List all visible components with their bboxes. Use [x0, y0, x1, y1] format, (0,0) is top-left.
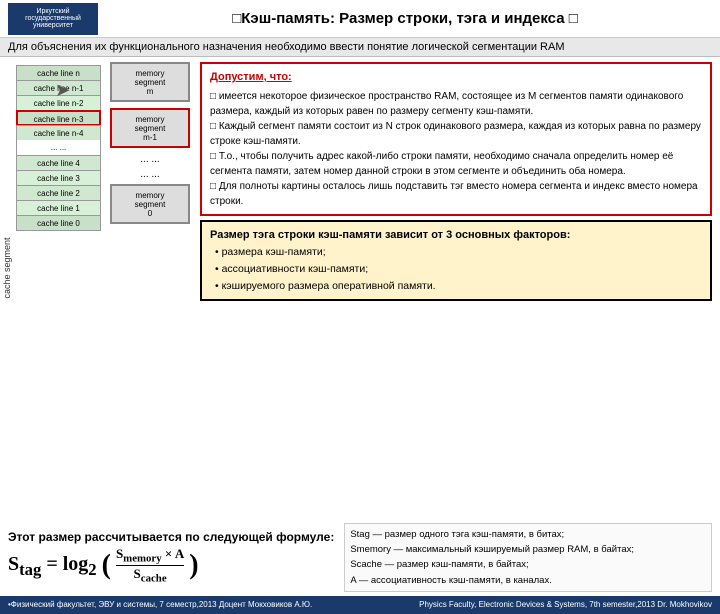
main-content: cache segment cache line n cache line n-…: [0, 57, 720, 519]
cache-line-item: cache line n-3: [16, 110, 101, 126]
cache-line-item: cache line 3: [16, 170, 101, 186]
page-title: □Кэш-память: Размер строки, тэга и индек…: [98, 10, 712, 27]
cache-line-item: cache line 1: [16, 200, 101, 216]
formula-area: Этот размер рассчитывается по следующей …: [0, 519, 720, 596]
university-logo: Иркутский государственный университет: [8, 3, 98, 35]
formula-desc-item-3: Scache — размер кэш-памяти, в байтах;: [350, 557, 706, 572]
formula-description: Stag — размер одного тэга кэш-памяти, в …: [344, 523, 712, 592]
memory-seg-0: memorysegment0: [110, 184, 190, 224]
cache-segment-label: cache segment: [2, 237, 12, 298]
cache-line-item: cache line 4: [16, 155, 101, 171]
razmer-item-2: ассоциативности кэш-памяти;: [215, 261, 702, 278]
dopustim-item-3: Т.о., чтобы получить адрес какой-либо ст…: [210, 149, 702, 179]
dopustim-item-2: Каждый сегмент памяти состоит из N строк…: [210, 119, 702, 149]
formula-desc-item-4: A — ассоциативность кэш-памяти, в канала…: [350, 573, 706, 588]
memory-segments-container: ➤ memorysegmentm memorysegmentm-1 ... ..…: [110, 62, 190, 230]
cache-line-item: cache line 2: [16, 185, 101, 201]
subtitle-text: Для объяснения их функционального назнач…: [8, 41, 565, 53]
memory-seg-m1: memorysegmentm-1: [110, 108, 190, 148]
razmer-item-1: размера кэш-памяти;: [215, 244, 702, 261]
footer-left: •Физический факультет, ЭВУ и системы, 7 …: [8, 600, 312, 609]
dopustim-item-1: имеется некоторое физическое пространств…: [210, 89, 702, 119]
footer-right: Physics Faculty, Electronic Devices & Sy…: [419, 600, 712, 609]
razmer-title: Размер тэга строки кэш-памяти зависит от…: [210, 227, 702, 245]
cache-line-item: cache line 0: [16, 215, 101, 231]
razmer-box: Размер тэга строки кэш-памяти зависит от…: [200, 220, 712, 302]
subtitle-bar: Для объяснения их функционального назнач…: [0, 38, 720, 57]
right-panel: Допустим, что: имеется некоторое физичес…: [195, 57, 720, 519]
dopustim-item-4: Для полноты картины осталось лишь подста…: [210, 179, 702, 209]
formula-intro-text: Этот размер рассчитывается по следующей …: [8, 530, 334, 544]
dopustim-title: Допустим, что:: [210, 69, 702, 86]
cache-line-dots: ... ...: [16, 140, 101, 156]
cache-line-item: cache line n: [16, 65, 101, 81]
memory-seg-top: memorysegmentm: [110, 62, 190, 102]
page-footer: •Физический факультет, ЭВУ и системы, 7 …: [0, 596, 720, 614]
memory-seg-dots1: ... ...: [110, 154, 190, 165]
razmer-item-3: кэшируемого размера оперативной памяти.: [215, 278, 702, 295]
cache-line-item: cache line n-4: [16, 125, 101, 141]
formula-desc-item-2: Smemory — максимальный кэшируемый размер…: [350, 542, 706, 557]
formula-math: Stag = log2 ( Smemory × A Scache ): [8, 546, 334, 585]
left-panel: cache segment cache line n cache line n-…: [0, 57, 195, 519]
dopustim-box: Допустим, что: имеется некоторое физичес…: [200, 62, 712, 216]
page-header: Иркутский государственный университет □К…: [0, 0, 720, 38]
memory-seg-dots2: ... ...: [110, 169, 190, 180]
